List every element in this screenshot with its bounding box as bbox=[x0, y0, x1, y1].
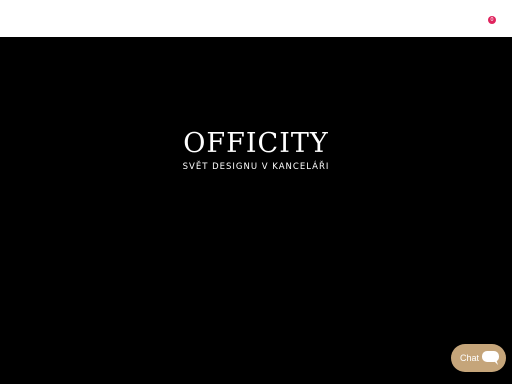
cart-count-badge[interactable]: 0 bbox=[488, 16, 496, 24]
page: 0 OFFICITY SVĚT DESIGNU V KANCELÁŘI Chat bbox=[0, 0, 512, 384]
chat-button[interactable]: Chat bbox=[451, 344, 506, 372]
brand-subtitle: SVĚT DESIGNU V KANCELÁŘI bbox=[182, 162, 330, 172]
brand-title: OFFICITY bbox=[183, 128, 329, 159]
chat-label: Chat bbox=[460, 353, 480, 363]
hero-section: OFFICITY SVĚT DESIGNU V KANCELÁŘI Chat bbox=[0, 37, 512, 384]
chat-bubble-icon bbox=[482, 351, 499, 365]
top-header-bar: 0 bbox=[0, 0, 512, 37]
brand-logo[interactable]: OFFICITY SVĚT DESIGNU V KANCELÁŘI bbox=[0, 127, 512, 173]
